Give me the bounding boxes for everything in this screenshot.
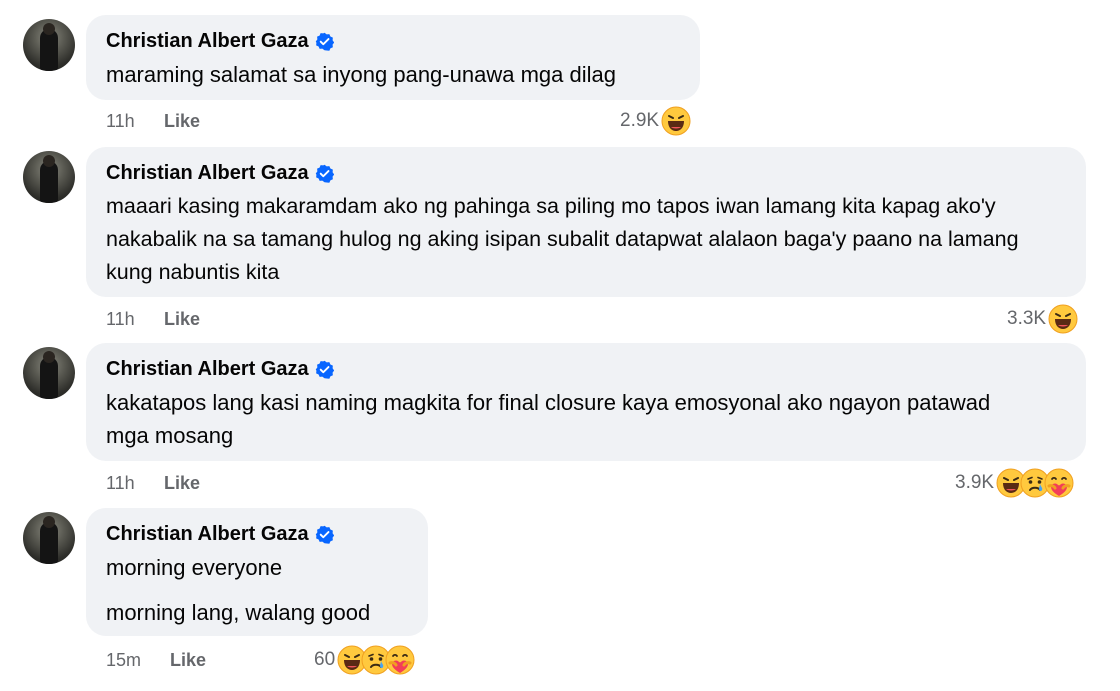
- like-button[interactable]: Like: [170, 649, 206, 671]
- author-name[interactable]: Christian Albert Gaza: [106, 521, 408, 547]
- avatar[interactable]: [23, 347, 75, 399]
- verified-badge-icon: [315, 360, 334, 379]
- timestamp[interactable]: 11h: [106, 308, 135, 330]
- care-reaction-icon: [1044, 468, 1074, 498]
- comment-bubble: Christian Albert Gaza maraming salamat s…: [86, 15, 700, 100]
- comment-text: maaari kasing makaramdam ako ng pahinga …: [106, 194, 1019, 284]
- reactions-summary[interactable]: 3.9K: [955, 468, 1074, 498]
- author-name[interactable]: Christian Albert Gaza: [106, 356, 1066, 382]
- avatar[interactable]: [23, 151, 75, 203]
- like-button[interactable]: Like: [164, 110, 200, 132]
- comment-text: maraming salamat sa inyong pang-unawa mg…: [106, 62, 616, 87]
- care-reaction-icon: [385, 645, 415, 675]
- reaction-count: 3.3K: [1007, 308, 1047, 329]
- comment-text: morning everyone: [106, 555, 283, 580]
- reactions-summary[interactable]: 60: [314, 645, 415, 675]
- comment-bubble: Christian Albert Gaza kakatapos lang kas…: [86, 343, 1086, 461]
- comment-bubble: Christian Albert Gaza maaari kasing maka…: [86, 147, 1086, 297]
- haha-reaction-icon: [661, 106, 691, 136]
- timestamp[interactable]: 15m: [106, 649, 141, 671]
- verified-badge-icon: [315, 164, 334, 183]
- comment-bubble: Christian Albert Gaza morning everyone m…: [86, 508, 428, 636]
- haha-reaction-icon: [1048, 304, 1078, 334]
- reaction-count: 2.9K: [620, 110, 660, 131]
- verified-badge-icon: [315, 32, 334, 51]
- author-name-text[interactable]: Christian Albert Gaza: [106, 356, 309, 382]
- author-name[interactable]: Christian Albert Gaza: [106, 28, 680, 54]
- reactions-summary[interactable]: 3.3K: [1007, 304, 1078, 334]
- verified-badge-icon: [315, 525, 334, 544]
- reaction-count: 3.9K: [955, 472, 995, 493]
- timestamp[interactable]: 11h: [106, 472, 135, 494]
- author-name-text[interactable]: Christian Albert Gaza: [106, 28, 309, 54]
- author-name[interactable]: Christian Albert Gaza: [106, 160, 1068, 186]
- comment-text: morning lang, walang good: [106, 600, 371, 625]
- reaction-count: 60: [314, 649, 336, 670]
- reactions-summary[interactable]: 2.9K: [620, 106, 691, 136]
- timestamp[interactable]: 11h: [106, 110, 135, 132]
- avatar[interactable]: [23, 19, 75, 71]
- author-name-text[interactable]: Christian Albert Gaza: [106, 521, 309, 547]
- like-button[interactable]: Like: [164, 308, 200, 330]
- author-name-text[interactable]: Christian Albert Gaza: [106, 160, 309, 186]
- avatar[interactable]: [23, 512, 75, 564]
- comment-text: kakatapos lang kasi naming magkita for f…: [106, 390, 991, 448]
- like-button[interactable]: Like: [164, 472, 200, 494]
